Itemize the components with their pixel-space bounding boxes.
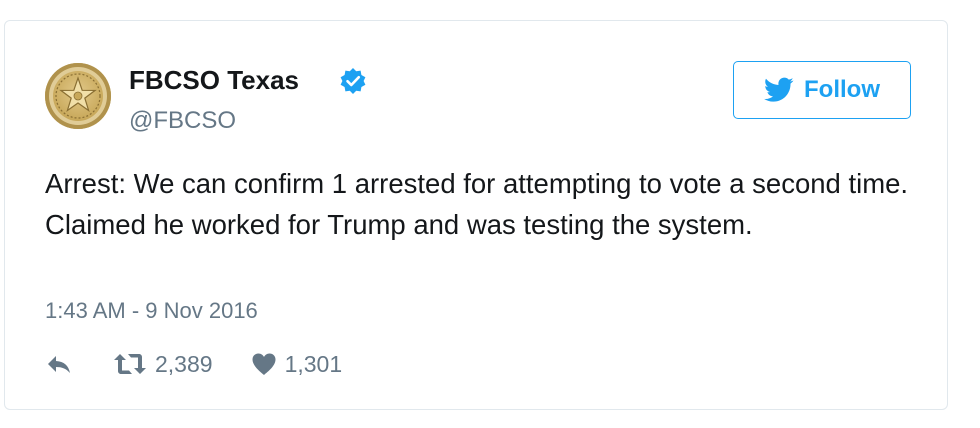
tweet-timestamp[interactable]: 1:43 AM - 9 Nov 2016 xyxy=(45,298,258,324)
follow-button[interactable]: Follow xyxy=(733,61,911,119)
author-name[interactable]: FBCSO Texas xyxy=(129,65,299,96)
reply-button[interactable] xyxy=(45,353,85,375)
avatar[interactable] xyxy=(45,63,111,129)
verified-badge-icon xyxy=(340,68,366,94)
retweet-button[interactable]: 2,389 xyxy=(113,351,213,378)
author-handle[interactable]: @FBCSO xyxy=(129,107,236,135)
retweet-count: 2,389 xyxy=(155,350,213,377)
twitter-bird-icon xyxy=(764,77,794,102)
follow-button-label: Follow xyxy=(804,76,880,103)
like-count: 1,301 xyxy=(284,350,343,377)
heart-icon xyxy=(252,353,276,375)
retweet-icon xyxy=(114,354,146,374)
tweet-card: FBCSO Texas @FBCSO Follow Arrest: We can… xyxy=(4,20,948,410)
tweet-actions: 2,389 1,301 xyxy=(45,349,342,379)
tweet-text: Arrest: We can confirm 1 arrested for at… xyxy=(45,168,909,240)
like-button[interactable]: 1,301 xyxy=(251,350,343,378)
sheriff-star-badge-icon xyxy=(55,73,101,119)
reply-arrow-icon xyxy=(48,356,70,373)
